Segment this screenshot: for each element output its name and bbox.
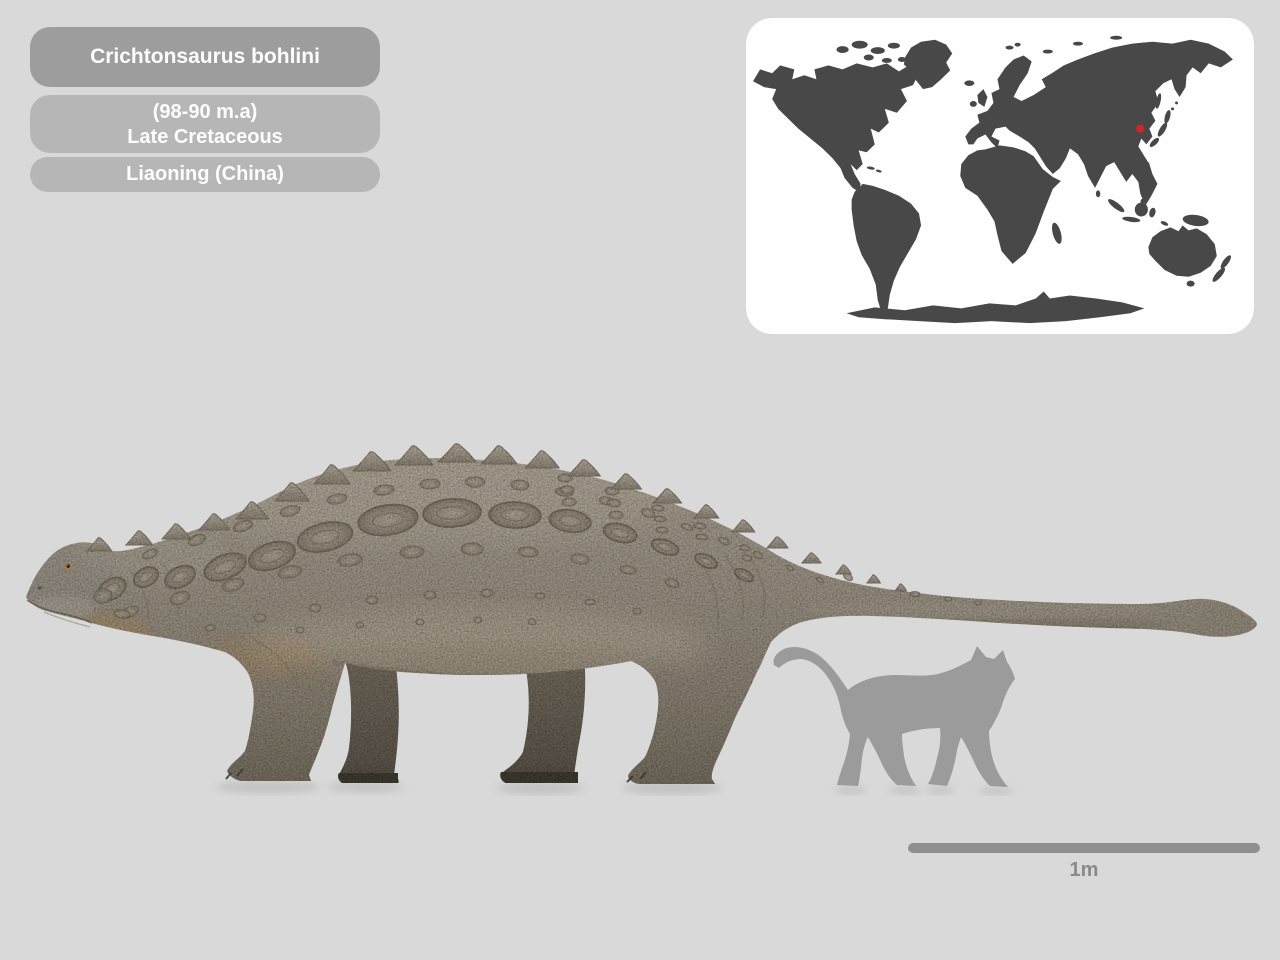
eye-glint xyxy=(67,565,68,566)
scale-bar-label: 1m xyxy=(908,859,1260,882)
fossil-locality-label: Liaoning (China) xyxy=(30,157,380,192)
world-map-image xyxy=(746,18,1254,334)
dinosaur-illustration xyxy=(15,444,1257,784)
dinosaur-far-hind-foot xyxy=(500,772,578,783)
fossil-location-marker xyxy=(1136,125,1144,133)
continents xyxy=(753,36,1233,323)
infographic-stage: Crichtonsaurus bohlini (98-90 m.a) Late … xyxy=(0,0,1280,960)
scale-bar xyxy=(908,843,1260,853)
dinosaur-far-front-foot xyxy=(338,773,398,783)
period-age-line: (98-90 m.a) xyxy=(30,100,380,125)
ground-shadows xyxy=(216,781,1013,795)
locator-map-card xyxy=(746,18,1254,334)
geologic-period-label: (98-90 m.a) Late Cretaceous xyxy=(30,95,380,153)
species-name-label: Crichtonsaurus bohlini xyxy=(30,27,380,87)
cat-silhouette xyxy=(773,646,1015,787)
period-epoch-line: Late Cretaceous xyxy=(30,125,380,150)
